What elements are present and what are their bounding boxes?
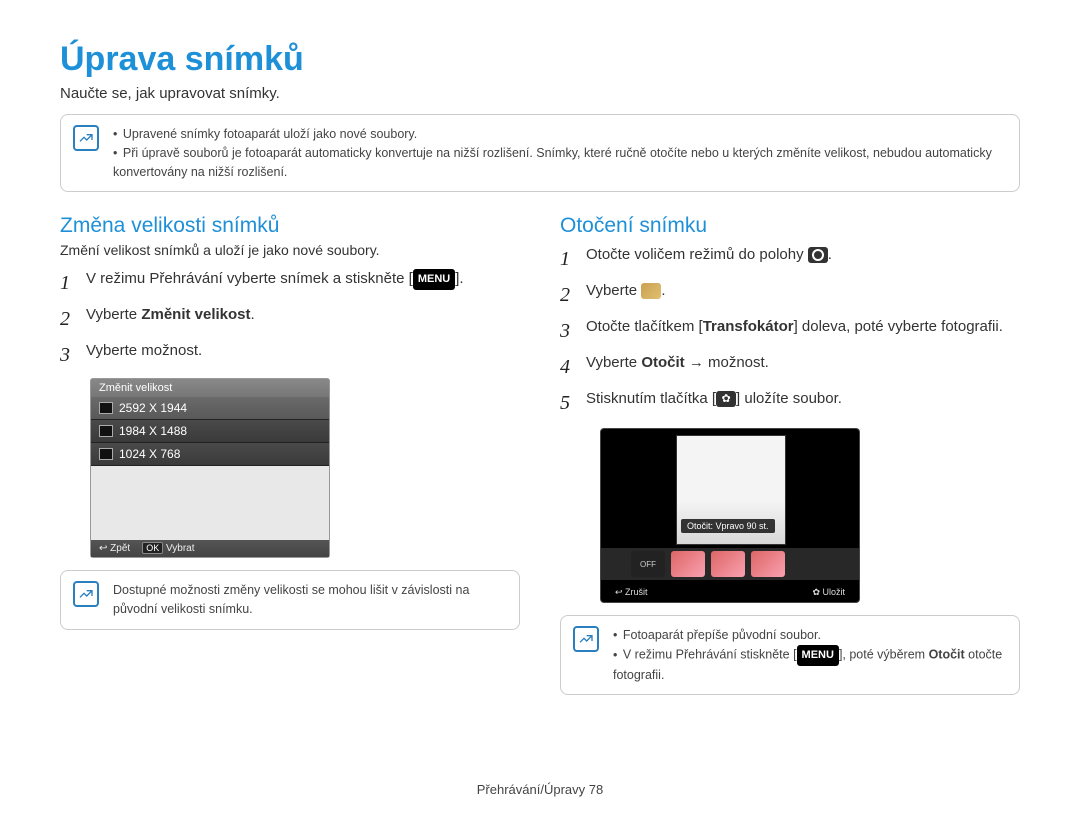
- resize-menu-screenshot: Změnit velikost 2592 X 1944 1984 X 1488 …: [90, 378, 330, 558]
- rotate-thumb: [711, 551, 745, 577]
- rotate-note-box: Fotoaparát přepíše původní soubor. V rež…: [560, 615, 1020, 695]
- rotate-tooltip: Otočit: Vpravo 90 st.: [681, 519, 775, 533]
- page-title: Úprava snímků: [60, 40, 1020, 79]
- step-number: 3: [60, 340, 86, 370]
- intro-note-1: Upravené snímky fotoaparát uloží jako no…: [113, 125, 1007, 144]
- step-number: 3: [560, 316, 586, 346]
- intro-note-box: Upravené snímky fotoaparát uloží jako no…: [60, 114, 1020, 192]
- resize-heading: Změna velikosti snímků: [60, 214, 520, 238]
- menu-button-label: MENU: [413, 269, 455, 290]
- rotate-cancel-label: ↩ Zrušit: [615, 587, 648, 598]
- note-icon: [73, 581, 99, 607]
- step-number: 4: [560, 352, 586, 382]
- note-icon: [573, 626, 599, 652]
- rotate-thumbnails: OFF: [601, 548, 859, 580]
- menu-button-label: MENU: [797, 645, 839, 666]
- rotate-step-2: 2 Vyberte .: [560, 280, 1020, 310]
- resize-subheading: Změní velikost snímků a uloží je jako no…: [60, 242, 520, 258]
- resize-step-3: 3 Vyberte možnost.: [60, 340, 520, 370]
- rotate-screenshot: Otočit: Vpravo 90 st. OFF ↩ Zrušit ✿ Ulo…: [600, 428, 860, 603]
- resize-note-box: Dostupné možnosti změny velikosti se moh…: [60, 570, 520, 630]
- rotate-section: Otočení snímku 1 Otočte voličem režimů d…: [560, 214, 1020, 717]
- resize-step-2: 2 Vyberte Změnit velikost.: [60, 304, 520, 334]
- rotate-note-2: V režimu Přehrávání stiskněte [MENU], po…: [613, 645, 1007, 684]
- rotate-step-5: 5 Stisknutím tlačítka [] uložíte soubor.: [560, 388, 1020, 418]
- resize-step-1: 1 V režimu Přehrávání vyberte snímek a s…: [60, 268, 520, 298]
- resize-menu-footer: ↩ Zpět OK Vybrat: [91, 540, 329, 557]
- edit-mode-icon: [641, 283, 661, 299]
- mode-dial-icon: [808, 247, 828, 263]
- rotate-step-1: 1 Otočte voličem režimů do polohy .: [560, 244, 1020, 274]
- rotate-step-4: 4 Vyberte Otočit → možnost.: [560, 352, 1020, 382]
- step-number: 2: [60, 304, 86, 334]
- resize-menu-title: Změnit velikost: [91, 379, 329, 397]
- rotate-heading: Otočení snímku: [560, 214, 1020, 238]
- resize-option: 1984 X 1488: [91, 420, 329, 443]
- intro-note-2: Při úpravě souborů je fotoaparát automat…: [113, 144, 1007, 182]
- step-number: 5: [560, 388, 586, 418]
- rotate-thumb: [671, 551, 705, 577]
- macro-button-icon: [716, 391, 736, 407]
- rotate-thumb: [751, 551, 785, 577]
- rotate-off-thumb: OFF: [631, 551, 665, 577]
- page-subtitle: Naučte se, jak upravovat snímky.: [60, 85, 1020, 102]
- rotate-save-label: ✿ Uložit: [812, 587, 845, 598]
- step-number: 1: [60, 268, 86, 298]
- step-number: 2: [560, 280, 586, 310]
- resize-note-text: Dostupné možnosti změny velikosti se moh…: [113, 583, 469, 616]
- rotate-step-3: 3 Otočte tlačítkem [Transfokátor] doleva…: [560, 316, 1020, 346]
- resize-section: Změna velikosti snímků Změní velikost sn…: [60, 214, 520, 717]
- page-footer: Přehrávání/Úpravy 78: [0, 782, 1080, 797]
- resize-option: 2592 X 1944: [91, 397, 329, 420]
- note-icon: [73, 125, 99, 151]
- step-number: 1: [560, 244, 586, 274]
- resize-option: 1024 X 768: [91, 443, 329, 466]
- rotate-note-1: Fotoaparát přepíše původní soubor.: [613, 626, 1007, 645]
